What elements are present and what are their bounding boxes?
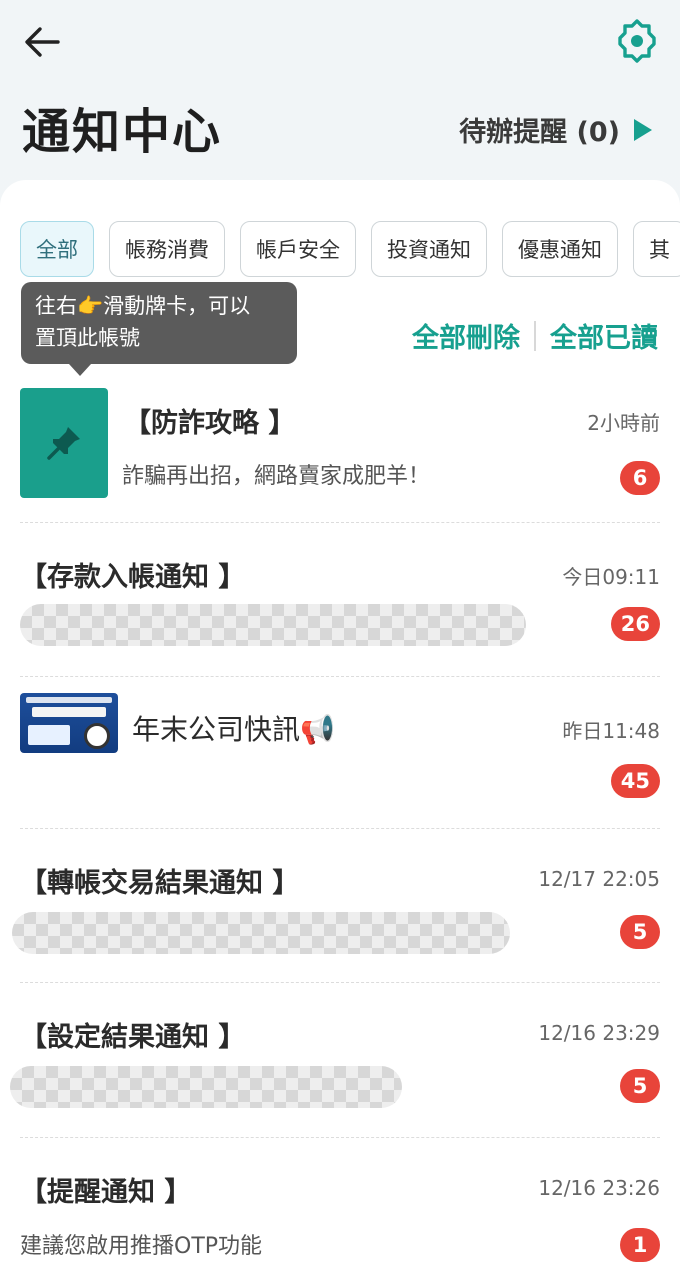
list-item[interactable]: 【設定結果通知 】 12/16 23:29 5 <box>10 983 660 1138</box>
notification-time: 12/16 23:26 <box>538 1176 660 1200</box>
notification-time: 2小時前 <box>587 411 660 435</box>
notification-time: 12/17 22:05 <box>538 867 660 891</box>
pin-icon <box>47 427 80 460</box>
page-title: 通知中心 <box>22 104 223 160</box>
pin-action-tile[interactable] <box>20 388 108 498</box>
action-divider <box>534 320 536 351</box>
notification-title: 年末公司快訊📢 <box>132 713 335 746</box>
bulk-actions: 全部刪除 全部已讀 <box>412 316 658 355</box>
list-item[interactable]: 【存款入帳通知 】 今日09:11 26 <box>20 523 660 677</box>
redacted-preview <box>10 1066 402 1108</box>
unread-count-badge: 5 <box>620 1069 660 1103</box>
notification-panel: 全部 帳務消費 帳戶安全 投資通知 優惠通知 其 往右👉滑動牌卡，可以 置頂此帳… <box>0 180 680 1280</box>
notification-time: 昨日11:48 <box>562 719 660 743</box>
notification-title: 【存款入帳通知 】 <box>20 562 246 593</box>
notification-preview: 建議您啟用推播OTP功能 <box>20 1234 263 1259</box>
top-bar <box>0 0 680 80</box>
play-arrow-icon <box>634 118 652 141</box>
tab-investment[interactable]: 投資通知 <box>371 221 487 277</box>
tab-account-security[interactable]: 帳戶安全 <box>240 221 356 277</box>
list-item[interactable]: 年末公司快訊📢 昨日11:48 45 <box>20 677 660 829</box>
notification-preview: 詐騙再出招，網路賣家成肥羊！ <box>122 464 431 489</box>
back-arrow-icon[interactable] <box>22 22 62 62</box>
settings-gear-icon[interactable] <box>614 18 660 64</box>
notification-title: 【防詐攻略 】 <box>124 408 296 439</box>
delete-all-button[interactable]: 全部刪除 <box>412 316 520 355</box>
notification-title: 【提醒通知 】 <box>20 1177 192 1208</box>
unread-count-badge: 45 <box>610 764 660 798</box>
mark-all-read-button[interactable]: 全部已讀 <box>550 316 658 355</box>
tooltip-line-1: 往右👉滑動牌卡，可以 <box>35 294 251 318</box>
unread-count-badge: 5 <box>620 915 660 949</box>
todo-reminder-button[interactable]: 待辦提醒 (0) <box>459 110 652 149</box>
unread-count-badge: 1 <box>620 1228 660 1262</box>
list-item[interactable]: 【提醒通知 】 12/16 23:26 建議您啟用推播OTP功能 1 <box>20 1138 660 1280</box>
tooltip-line-2: 置頂此帳號 <box>35 326 140 350</box>
tab-offers[interactable]: 優惠通知 <box>502 221 618 277</box>
tab-all[interactable]: 全部 <box>20 221 94 277</box>
unread-count-badge: 26 <box>610 607 660 641</box>
notification-title: 【設定結果通知 】 <box>20 1022 246 1053</box>
tab-other[interactable]: 其 <box>633 221 680 277</box>
notification-time: 今日09:11 <box>562 565 660 589</box>
unread-count-badge: 6 <box>620 461 660 495</box>
redacted-preview <box>12 912 510 954</box>
redacted-preview <box>20 604 526 646</box>
promo-thumbnail <box>20 693 118 753</box>
swipe-hint-tooltip: 往右👉滑動牌卡，可以 置頂此帳號 <box>21 282 297 376</box>
list-item[interactable]: 【轉帳交易結果通知 】 12/17 22:05 5 <box>12 829 660 983</box>
list-item[interactable]: 【防詐攻略 】 2小時前 詐騙再出招，網路賣家成肥羊！ 6 <box>20 388 660 523</box>
tab-billing[interactable]: 帳務消費 <box>109 221 225 277</box>
notification-time: 12/16 23:29 <box>538 1021 660 1045</box>
todo-reminder-label: 待辦提醒 (0) <box>459 117 620 148</box>
category-tabs: 全部 帳務消費 帳戶安全 投資通知 優惠通知 其 <box>20 221 680 277</box>
notification-title: 【轉帳交易結果通知 】 <box>20 868 300 899</box>
